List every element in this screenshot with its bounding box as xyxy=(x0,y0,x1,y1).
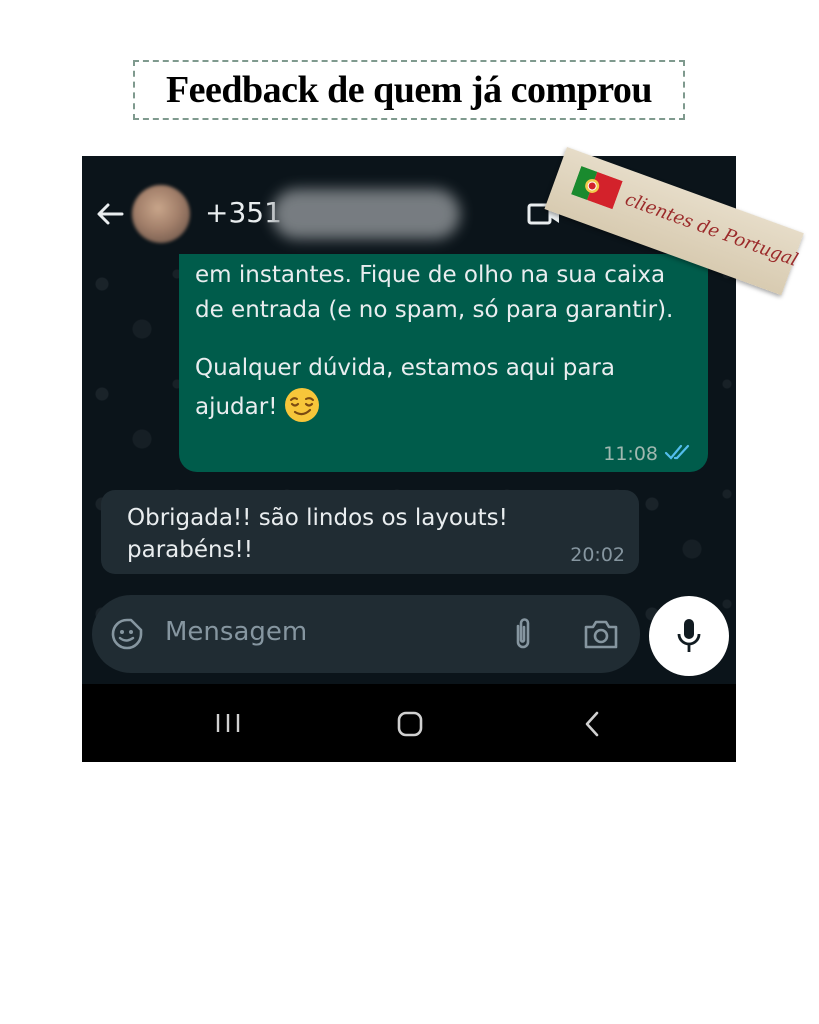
read-receipt-icon xyxy=(664,444,690,460)
chat-screenshot: +351 em instantes. Fique de olho na sua … xyxy=(82,156,736,762)
message-time: 11:08 xyxy=(603,443,658,465)
camera-icon[interactable] xyxy=(583,618,619,650)
message-composer[interactable]: Mensagem xyxy=(92,595,640,673)
redacted-number xyxy=(272,189,460,239)
winking-face-emoji-icon xyxy=(285,388,320,422)
sticker-icon[interactable] xyxy=(110,617,144,651)
home-icon[interactable] xyxy=(396,710,424,738)
headline-frame: Feedback de quem já comprou xyxy=(133,60,685,120)
voice-message-button[interactable] xyxy=(649,596,729,676)
outgoing-message-text: em instantes. Fique de olho na sua caixa… xyxy=(195,258,700,425)
system-nav-bar xyxy=(82,684,736,762)
contact-number[interactable]: +351 xyxy=(205,196,282,229)
message-paragraph: em instantes. Fique de olho na sua caixa… xyxy=(195,262,674,323)
message-paragraph: Qualquer dúvida, estamos aqui para ajuda… xyxy=(195,355,615,420)
attach-icon[interactable] xyxy=(510,616,536,652)
message-input[interactable]: Mensagem xyxy=(165,617,307,647)
incoming-message[interactable]: Obrigada!! são lindos os layouts! parabé… xyxy=(101,490,639,574)
outgoing-message[interactable]: em instantes. Fique de olho na sua caixa… xyxy=(179,254,708,472)
mic-icon xyxy=(677,619,701,652)
headline: Feedback de quem já comprou xyxy=(165,69,653,111)
back-arrow-icon[interactable] xyxy=(94,198,126,230)
portugal-flag-icon xyxy=(571,166,623,210)
contact-avatar[interactable] xyxy=(132,185,190,243)
message-time: 20:02 xyxy=(570,544,625,566)
recent-apps-icon[interactable] xyxy=(214,712,242,734)
incoming-message-text: Obrigada!! são lindos os layouts! parabé… xyxy=(127,505,508,563)
back-icon[interactable] xyxy=(582,710,602,738)
